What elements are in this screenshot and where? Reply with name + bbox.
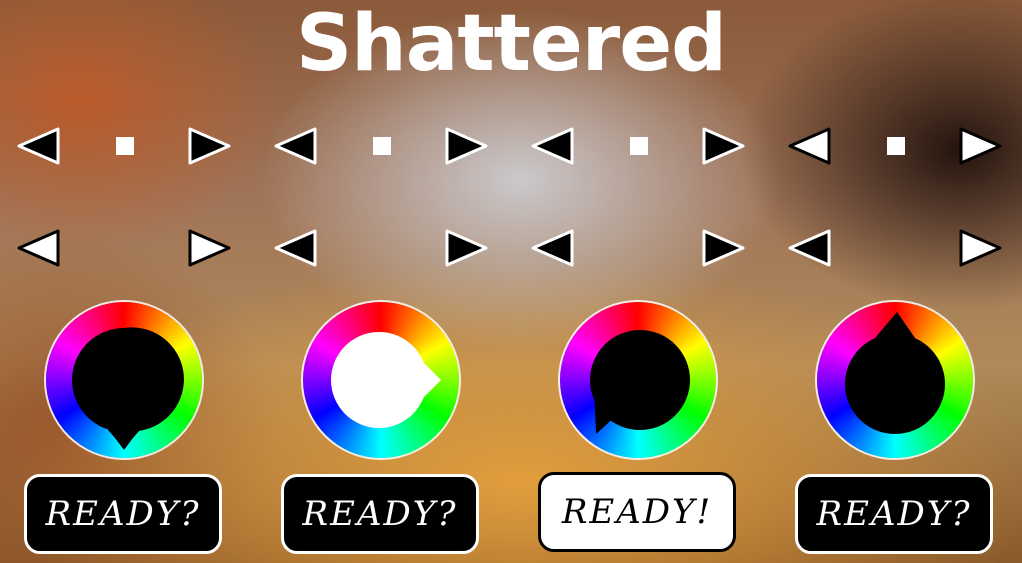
row1-selector-icon (373, 137, 391, 155)
player-avatar (590, 330, 690, 434)
row1-right-arrow-icon[interactable] (445, 127, 489, 165)
color-wheel-icon[interactable] (303, 302, 459, 458)
row1-left-arrow-icon[interactable] (787, 127, 831, 165)
row2-right-arrow-icon[interactable] (445, 229, 489, 267)
player-panel-1: READY? (0, 0, 255, 563)
row1-right-arrow-icon[interactable] (188, 127, 232, 165)
player-panel-4: READY? (771, 0, 1022, 563)
row1-selector-icon (887, 137, 905, 155)
player-panel-3: READY! (514, 0, 769, 563)
row2-left-arrow-icon[interactable] (787, 229, 831, 267)
row1-right-arrow-icon[interactable] (702, 127, 746, 165)
ready-button[interactable]: READY? (795, 474, 993, 554)
ready-button[interactable]: READY? (24, 474, 222, 554)
row2-right-arrow-icon[interactable] (702, 229, 746, 267)
row2-left-arrow-icon[interactable] (273, 229, 317, 267)
row1-right-arrow-icon[interactable] (959, 127, 1003, 165)
color-wheel-icon[interactable] (817, 302, 973, 458)
player-avatar (331, 332, 441, 428)
player-avatar (845, 312, 945, 434)
color-wheel-icon[interactable] (560, 302, 716, 458)
row1-selector-icon (630, 137, 648, 155)
row1-left-arrow-icon[interactable] (273, 127, 317, 165)
ready-button[interactable]: READY? (281, 474, 479, 554)
ready-button[interactable]: READY! (538, 472, 736, 552)
row2-right-arrow-icon[interactable] (959, 229, 1003, 267)
row1-left-arrow-icon[interactable] (16, 127, 60, 165)
color-wheel-icon[interactable] (46, 302, 202, 458)
row1-selector-icon (116, 137, 134, 155)
row2-right-arrow-icon[interactable] (188, 229, 232, 267)
row1-left-arrow-icon[interactable] (530, 127, 574, 165)
row2-left-arrow-icon[interactable] (530, 229, 574, 267)
row2-left-arrow-icon[interactable] (16, 229, 60, 267)
player-panel-2: READY? (257, 0, 512, 563)
player-avatar (72, 327, 184, 450)
